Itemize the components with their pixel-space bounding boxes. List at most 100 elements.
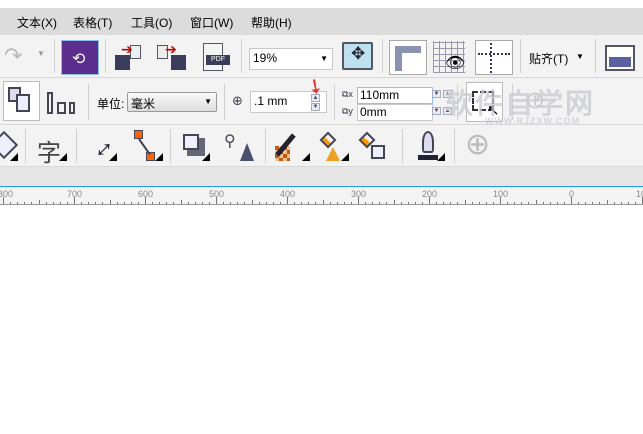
ruler-tick: [521, 202, 523, 204]
ruler-tick: [173, 202, 175, 204]
toolbox: 字 ↔ ⚲ ⊕: [0, 125, 643, 167]
ruler-tick: [421, 202, 423, 204]
ruler-tick: [258, 202, 260, 204]
eyedropper-tool-icon[interactable]: [275, 132, 303, 162]
ruler-tick: [109, 200, 111, 204]
ruler-tick: [137, 202, 139, 204]
transparency-tool-icon[interactable]: ⚲: [222, 131, 254, 161]
ruler-tick: [563, 202, 565, 204]
ruler-tick: [336, 202, 338, 204]
ruler-tick: [187, 202, 189, 204]
nudge-down-button[interactable]: ▼: [311, 103, 320, 111]
duplicate-offset-x-input[interactable]: 110mm: [357, 87, 433, 104]
ruler-tick: [10, 202, 12, 204]
ruler-tick: [88, 202, 90, 204]
import-icon[interactable]: ➔: [115, 41, 145, 71]
snap-to-dropdown[interactable]: 贴齐(T): [529, 50, 568, 67]
ruler-tick: [237, 202, 239, 204]
ruler-tick: [471, 202, 473, 204]
corel-connect-icon[interactable]: ⟲: [61, 40, 99, 75]
ruler-label: 800: [0, 189, 14, 199]
ruler-tick: [3, 197, 4, 204]
duplicate-y-icon: ⧉y: [342, 106, 353, 116]
ruler-tick: [265, 202, 267, 204]
show-grid-icon[interactable]: 👁: [433, 41, 465, 73]
ruler-tick: [45, 202, 47, 204]
menu-help[interactable]: 帮助(H): [251, 14, 292, 31]
units-label: 单位:: [97, 97, 125, 111]
ruler-tick: [372, 202, 374, 204]
add-tool-button[interactable]: ⊕: [465, 127, 490, 162]
ruler-tick: [535, 200, 537, 204]
outline-pen-tool-icon[interactable]: [418, 129, 438, 163]
ruler-tick: [500, 197, 501, 204]
zoom-level-select[interactable]: 19% ▼: [249, 48, 333, 70]
dup-y-down-button[interactable]: ▼: [432, 107, 441, 115]
ruler-tick: [52, 202, 54, 204]
current-page-icon[interactable]: [47, 92, 81, 114]
ruler-tick: [279, 202, 281, 204]
application-launcher-icon[interactable]: [605, 45, 635, 71]
ruler-tick: [230, 202, 232, 204]
ruler-tick: [578, 202, 580, 204]
menu-tools[interactable]: 工具(O): [131, 14, 172, 31]
ruler-tick: [556, 202, 558, 204]
ruler-tick: [507, 202, 509, 204]
ruler-tick: [152, 202, 154, 204]
snap-chevron-icon[interactable]: ▼: [576, 52, 584, 61]
ruler-tick: [634, 202, 636, 204]
ruler-tick: [627, 202, 629, 204]
ruler-tick: [358, 197, 359, 204]
ruler-tick: [208, 202, 210, 204]
ruler-tick: [599, 202, 601, 204]
menu-text[interactable]: 文本(X): [17, 14, 57, 31]
ruler-tick: [329, 202, 331, 204]
ruler-tick: [343, 202, 345, 204]
menu-window[interactable]: 窗口(W): [190, 14, 233, 31]
ruler-tick: [393, 200, 395, 204]
nudge-icon: ⊕: [232, 93, 243, 108]
smart-fill-tool-icon[interactable]: [358, 131, 389, 161]
ruler-tick: [436, 202, 438, 204]
ruler-tick: [251, 200, 253, 204]
show-rulers-icon[interactable]: [389, 40, 427, 75]
ruler-tick: [244, 202, 246, 204]
ruler-tick: [478, 202, 480, 204]
document-tabs-area: [0, 167, 643, 186]
show-guidelines-icon[interactable]: [475, 40, 513, 75]
ruler-tick: [201, 202, 203, 204]
ruler-tick: [386, 202, 388, 204]
ruler-tick: [592, 202, 594, 204]
publish-pdf-icon[interactable]: PDF: [201, 43, 233, 73]
units-select[interactable]: 毫米 ▼: [127, 92, 217, 112]
dup-x-down-button[interactable]: ▼: [432, 90, 441, 98]
property-bar: 单位: 毫米 ▼ ⊕ .1 mm ▲ ▼ ➘ ⧉x 110mm ▼ ▲ ⧉y 0m…: [0, 73, 643, 126]
ruler-tick: [17, 202, 19, 204]
ruler-tick: [24, 202, 26, 204]
standard-toolbar: ↷ ▼ ⟲ ➔ ➔ PDF 19% ▼ ✥ 👁 贴齐(T) ▼: [0, 35, 643, 78]
ruler-tick: [166, 202, 168, 204]
ruler-tick: [365, 202, 367, 204]
redo-dropdown-icon[interactable]: ▼: [37, 49, 45, 58]
ruler-tick: [606, 200, 608, 204]
horizontal-ruler[interactable]: 800 700 600 500 400 300 200 100 0 100: [0, 186, 643, 205]
redo-icon[interactable]: ↷: [4, 43, 22, 69]
ruler-tick: [31, 202, 33, 204]
ruler-tick: [59, 202, 61, 204]
ruler-tick: [528, 202, 530, 204]
duplicate-offset-y-input[interactable]: 0mm: [357, 104, 433, 121]
full-screen-preview-icon[interactable]: ✥: [342, 42, 373, 70]
all-pages-icon[interactable]: [3, 81, 40, 121]
export-icon[interactable]: ➔: [157, 41, 187, 71]
ruler-tick: [549, 202, 551, 204]
ruler-tick: [400, 202, 402, 204]
ruler-tick: [102, 202, 104, 204]
ruler-tick: [180, 200, 182, 204]
ruler-tick: [315, 202, 317, 204]
ruler-tick: [74, 197, 75, 204]
menu-table[interactable]: 表格(T): [73, 14, 112, 31]
text-tool-icon[interactable]: 字: [37, 133, 61, 168]
drawing-canvas[interactable]: [0, 205, 643, 434]
ruler-tick: [485, 202, 487, 204]
ruler-tick: [542, 202, 544, 204]
